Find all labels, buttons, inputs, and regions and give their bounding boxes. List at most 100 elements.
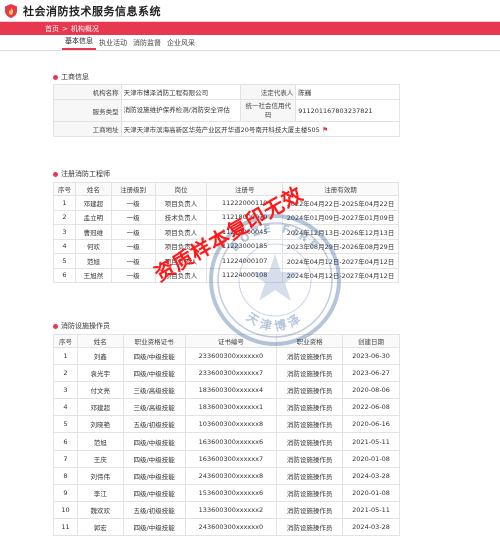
cell-created: 2022-06-08 [342, 398, 400, 417]
tab-practice-activities[interactable]: 执业活动 [96, 38, 130, 50]
cell-name: 付文亮 [76, 381, 124, 400]
cell-name: 范旭 [74, 253, 112, 269]
cell-name: 王庆 [76, 449, 124, 468]
cell-created: 2024-03-28 [342, 517, 400, 537]
cell-reg-no: 11224000108 [206, 267, 284, 283]
cell-index: 2 [53, 364, 78, 383]
section-dot-icon [53, 323, 58, 329]
cell-certificate: 三级/高级技能 [122, 381, 186, 400]
cell-created: 2020-01-08 [342, 449, 400, 468]
cell-index: 8 [53, 466, 78, 485]
business-info-table: 机构名称 天津市博泽消防工程有限公司 法定代表人 陈巍 服务类型 消防设施维护保… [53, 84, 401, 137]
table-header-row: 序号 姓名 职业资格证书 证书编号 职业资格 创建日期 [53, 334, 400, 348]
cell-level: 一级 [110, 238, 156, 254]
section-title: 注册消防工程师 [61, 170, 110, 178]
map-pin-icon[interactable]: ⚑ [322, 126, 328, 134]
section-title: 工商信息 [61, 73, 89, 81]
section-business-info: 工商信息 [53, 71, 89, 83]
cell-index: 10 [53, 500, 78, 519]
breadcrumb-separator: > [62, 24, 68, 33]
cell-validity: 2024年04月12日-2027年04月12日 [282, 267, 399, 283]
table-row: 6 范旭 四级/中级技能 163600300xxxxxx6 消防设施操作员 2021-05… [53, 432, 400, 451]
credit-code-label: 统一社会信用代码 [240, 99, 297, 122]
cell-name: 王旭然 [74, 267, 112, 283]
col-header-qualification: 职业资格 [276, 334, 344, 348]
cell-index: 3 [53, 381, 78, 400]
table-row: 工商地址 天津天津市滨海高新区华苑产业区开华道20号南开科技大厦主楼505 ⚑ [53, 121, 401, 137]
cell-index: 6 [53, 267, 76, 283]
table-row: 9 李江 四级/中级技能 153600300xxxxxx6 消防设施操作员 2020-01… [53, 483, 400, 502]
operators-table: 序号 姓名 职业资格证书 证书编号 职业资格 创建日期 1 刘鑫 四级/中级技能 23… [53, 334, 400, 537]
cell-cert-no: 243600300xxxxxx8 [184, 466, 278, 485]
tab-company-profile[interactable]: 企业风采 [164, 38, 198, 50]
cell-index: 6 [53, 432, 78, 451]
cell-cert-no: 183600300xxxxxx1 [184, 398, 278, 417]
cell-cert-no: 243600300xxxxxx0 [184, 517, 278, 537]
cell-certificate: 四级/中级技能 [122, 432, 186, 451]
cell-cert-no: 133600300xxxxxx2 [184, 500, 278, 519]
cell-qualification: 消防设施操作员 [276, 346, 344, 366]
cell-index: 1 [53, 195, 76, 211]
cell-created: 2023-06-27 [342, 364, 400, 383]
tab-fire-supervision[interactable]: 消防监督 [130, 38, 164, 50]
cell-cert-no: 183600300xxxxxx4 [184, 381, 278, 400]
table-row: 1 邓建超 一级 项目负责人 11222000110 2022年04月22日-2025年0… [53, 195, 399, 211]
cell-level: 一级 [110, 209, 156, 225]
service-type-label: 服务类型 [53, 99, 122, 122]
cell-name: 魏欢欢 [76, 500, 124, 519]
col-header-cert-no: 证书编号 [184, 334, 278, 348]
cell-created: 2020-06-16 [342, 415, 400, 434]
cell-validity: 2024年12月13日-2026年12月13日 [282, 224, 399, 240]
cell-certificate: 五级/初级技能 [122, 415, 186, 434]
cell-index: 11 [53, 517, 78, 537]
org-name-value: 天津市博泽消防工程有限公司 [120, 84, 242, 100]
breadcrumb: 首页 > 机构概况 [0, 22, 500, 35]
cell-created: 2021-05-11 [342, 432, 400, 451]
cell-qualification: 消防设施操作员 [276, 415, 344, 434]
cell-qualification: 消防设施操作员 [276, 449, 344, 468]
cell-validity: 2024年04月12日-2027年04月12日 [282, 253, 399, 269]
breadcrumb-current: 机构概况 [70, 24, 99, 33]
col-header-created: 创建日期 [342, 334, 400, 348]
table-row: 机构名称 天津市博泽消防工程有限公司 法定代表人 陈巍 [53, 84, 400, 100]
table-row: 3 付文亮 三级/高级技能 183600300xxxxxx4 消防设施操作员 2020-0… [53, 381, 400, 400]
col-header-name: 姓名 [76, 334, 124, 348]
cell-name: 刘鑫 [76, 346, 124, 366]
table-row: 2 袁光宇 四级/中级技能 233600300xxxxxx7 消防设施操作员 2023-0… [53, 364, 400, 383]
cell-cert-no: 153600300xxxxxx6 [184, 483, 278, 502]
cell-qualification: 消防设施操作员 [276, 364, 344, 383]
cell-name: 邓建超 [74, 195, 112, 211]
cell-level: 一级 [110, 224, 156, 240]
table-header-row: 序号 姓名 注册级别 岗位 注册号 注册有效期 [53, 182, 399, 196]
col-header-index: 序号 [53, 334, 78, 348]
address-cell: 天津天津市滨海高新区华苑产业区开华道20号南开科技大厦主楼505 ⚑ [120, 121, 401, 137]
cell-name: 郭宏 [76, 517, 124, 537]
cell-certificate: 四级/中级技能 [122, 483, 186, 502]
cell-name: 刘晓艳 [76, 415, 124, 434]
cell-validity: 2023年08月29日-2026年08月29日 [282, 238, 399, 254]
breadcrumb-home-link[interactable]: 首页 [45, 24, 59, 34]
legal-rep-value: 陈巍 [295, 84, 400, 100]
cell-name: 刘伟伟 [76, 466, 124, 485]
cell-name: 孟立明 [74, 209, 112, 225]
svg-text:天津博泽: 天津博泽 [244, 310, 306, 334]
section-title: 消防设施操作员 [61, 322, 110, 330]
cell-cert-no: 163600300xxxxxx7 [184, 449, 278, 468]
cell-name: 邓建超 [76, 398, 124, 417]
tab-basic-info[interactable]: 基本信息 [62, 36, 96, 50]
cell-name: 曹冠维 [74, 224, 112, 240]
operators-table-body: 1 刘鑫 四级/中级技能 233600300xxxxxx0 消防设施操作员 2023-06… [53, 346, 400, 537]
cell-index: 3 [53, 224, 76, 240]
col-header-level: 注册级别 [110, 182, 156, 196]
tab-bar: 基本信息 执业活动 消防监督 企业风采 [0, 37, 500, 51]
cell-index: 5 [53, 415, 78, 434]
org-name-label: 机构名称 [53, 84, 122, 100]
cell-created: 2020-01-08 [342, 483, 400, 502]
address-value: 天津天津市滨海高新区华苑产业区开华道20号南开科技大厦主楼505 [123, 126, 320, 134]
table-row: 1 刘鑫 四级/中级技能 233600300xxxxxx0 消防设施操作员 2023-06… [53, 346, 400, 366]
credit-code-value: 911201167803237821 [295, 99, 400, 122]
section-facility-operators: 消防设施操作员 [53, 320, 110, 332]
section-dot-icon [53, 74, 58, 80]
cell-index: 1 [53, 346, 78, 366]
service-type-value: 消防设施维护保养检测/消防安全评估 [120, 99, 242, 122]
